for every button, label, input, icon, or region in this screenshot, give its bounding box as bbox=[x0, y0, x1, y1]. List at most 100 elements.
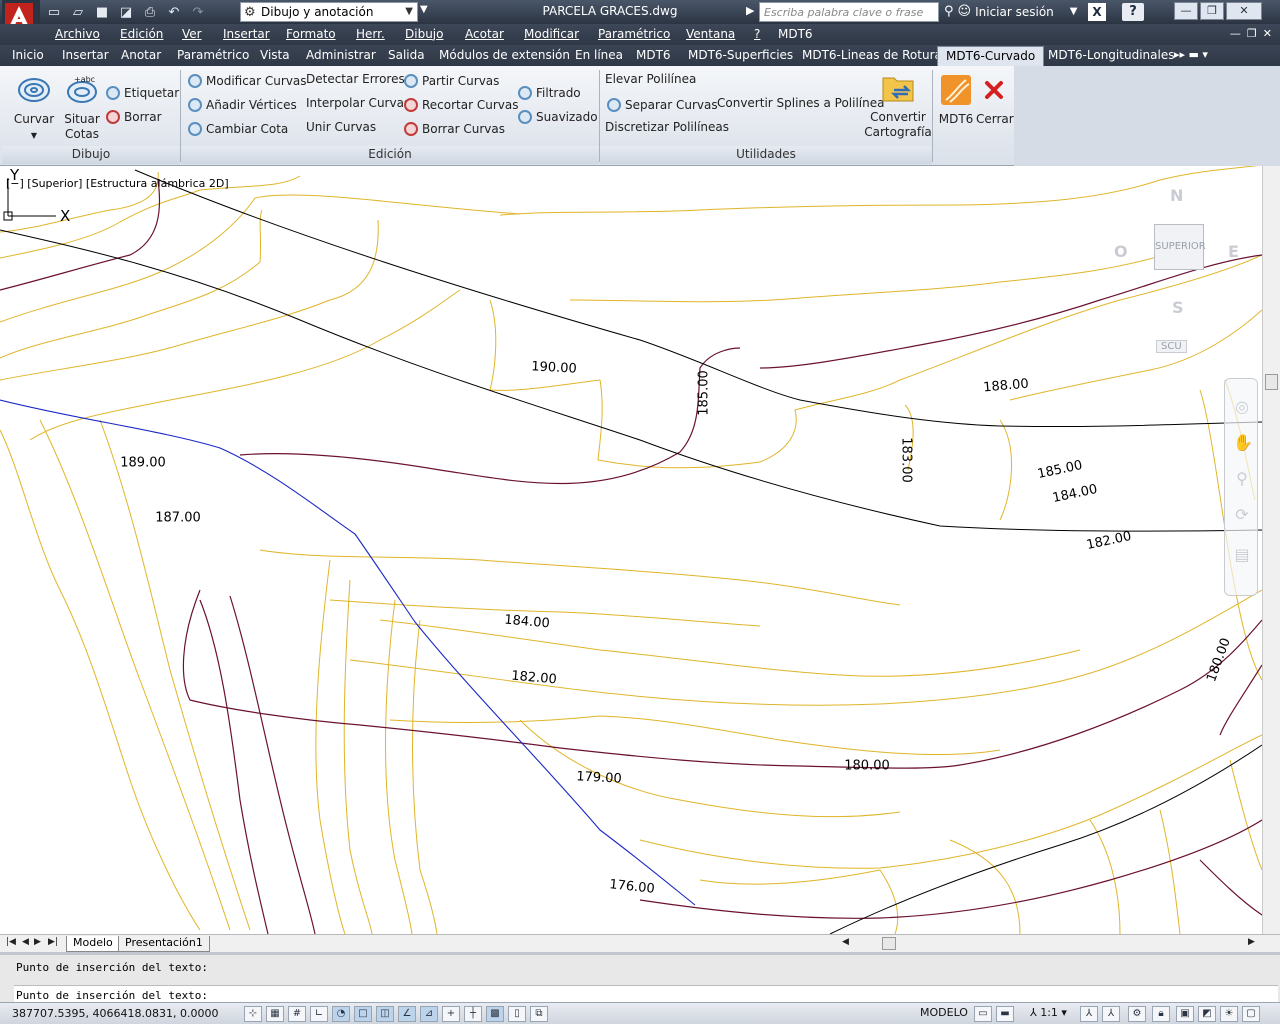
clean-screen-icon[interactable]: ▢ bbox=[1242, 1006, 1260, 1022]
first-layout-icon[interactable]: |◀ bbox=[6, 937, 16, 947]
lineweight-icon[interactable]: ┼ bbox=[464, 1006, 482, 1022]
menu-modificar[interactable]: Modificar bbox=[524, 27, 579, 41]
help-icon[interactable]: ? bbox=[1122, 3, 1144, 21]
viewcube-east[interactable]: E bbox=[1228, 242, 1239, 261]
orbit-icon[interactable]: ⟳ bbox=[1233, 505, 1251, 524]
menu-ventana[interactable]: Ventana bbox=[686, 27, 735, 41]
convertir-cartografia-button[interactable]: Convertir Cartografía bbox=[864, 72, 932, 140]
menu-parametrico[interactable]: Paramétrico bbox=[598, 27, 670, 41]
prev-layout-icon[interactable]: ◀ bbox=[22, 937, 29, 947]
otrack-icon[interactable]: ∠ bbox=[398, 1006, 416, 1022]
viewcube-south[interactable]: S bbox=[1172, 298, 1184, 317]
horizontal-scroll-thumb[interactable] bbox=[882, 937, 896, 950]
tab-insertar[interactable]: Insertar bbox=[62, 48, 109, 62]
quick-view-drawings-icon[interactable]: ▬ bbox=[996, 1006, 1014, 1022]
menu-dibujo[interactable]: Dibujo bbox=[405, 27, 443, 41]
modificar-curvas-button[interactable]: Modificar Curvas bbox=[188, 74, 307, 88]
drawing-canvas[interactable]: 190.00 188.00 189.00 187.00 185.00 184.00 185.… bbox=[0, 166, 1262, 934]
cambiar-cota-button[interactable]: Cambiar Cota bbox=[188, 122, 288, 136]
ducs-icon[interactable]: ⊿ bbox=[420, 1006, 438, 1022]
save-icon[interactable]: ■ bbox=[92, 3, 112, 21]
tab-modulos-extension[interactable]: Módulos de extensión bbox=[439, 48, 570, 62]
grid-icon[interactable]: # bbox=[288, 1006, 306, 1022]
dyn-icon[interactable]: + bbox=[442, 1006, 460, 1022]
tab-en-linea[interactable]: En línea bbox=[575, 48, 623, 62]
menu-herr[interactable]: Herr. bbox=[356, 27, 385, 41]
detectar-errores-button[interactable]: Detectar Errores bbox=[306, 72, 405, 86]
redo-icon[interactable]: ↷ bbox=[188, 3, 208, 21]
open-icon[interactable]: ▱ bbox=[68, 3, 88, 21]
search-input[interactable]: Escriba palabra clave o frase bbox=[759, 2, 939, 22]
suavizado-button[interactable]: Suavizado bbox=[518, 110, 598, 124]
snap-icon[interactable]: ▦ bbox=[266, 1006, 284, 1022]
save-as-icon[interactable]: ◪ bbox=[116, 3, 136, 21]
menu-help[interactable]: ? bbox=[754, 27, 760, 41]
exchange-icon[interactable]: X bbox=[1088, 3, 1106, 21]
mdt6-button[interactable]: MDT6 bbox=[936, 74, 976, 127]
doc-minimize-icon[interactable]: — bbox=[1230, 27, 1241, 40]
auto-scale-icon[interactable]: ⅄ bbox=[1102, 1006, 1120, 1022]
vertical-scroll-thumb[interactable] bbox=[1265, 374, 1278, 390]
model-space-toggle[interactable]: MODELO bbox=[920, 1006, 968, 1019]
ucs-menu[interactable]: SCU bbox=[1156, 340, 1187, 353]
restore-button[interactable]: ❐ bbox=[1200, 2, 1224, 20]
menu-archivo[interactable]: Archivo bbox=[55, 27, 100, 41]
tab-mdt6-curvado[interactable]: MDT6-Curvado bbox=[937, 46, 1045, 66]
signin-button[interactable]: ⚲ ☺ Iniciar sesión ▼ bbox=[944, 4, 1077, 19]
tab-administrar[interactable]: Administrar bbox=[306, 48, 376, 62]
new-icon[interactable]: ▭ bbox=[44, 3, 64, 21]
qat-customize-button[interactable]: ▼ bbox=[420, 4, 432, 20]
plot-icon[interactable]: ⎙ bbox=[140, 3, 160, 21]
curvar-button[interactable]: Curvar ▼ bbox=[12, 74, 56, 143]
infer-constraints-icon[interactable]: ⊹ bbox=[244, 1006, 262, 1022]
filtrado-button[interactable]: Filtrado bbox=[518, 86, 581, 100]
unir-curvas-button[interactable]: Unir Curvas bbox=[306, 120, 376, 134]
tab-mdt6-superficies[interactable]: MDT6-Superficies bbox=[688, 48, 793, 62]
tab-modelo[interactable]: Modelo bbox=[66, 936, 120, 952]
menu-acotar[interactable]: Acotar bbox=[465, 27, 504, 41]
doc-restore-icon[interactable]: ❐ bbox=[1247, 27, 1257, 40]
command-input[interactable]: Punto de inserción del texto: bbox=[14, 985, 1278, 1003]
binoculars-icon[interactable]: ⚲ bbox=[944, 4, 954, 19]
recortar-curvas-button[interactable]: Recortar Curvas bbox=[404, 98, 519, 112]
menu-insertar[interactable]: Insertar bbox=[223, 27, 270, 41]
coordinates-readout[interactable]: 387707.5395, 4066418.0831, 0.0000 bbox=[12, 1007, 218, 1020]
tab-inicio[interactable]: Inicio bbox=[12, 48, 44, 62]
menu-edicion[interactable]: Edición bbox=[120, 27, 163, 41]
convertir-splines-button[interactable]: Convertir Splines a Polilínea bbox=[717, 96, 884, 110]
elevar-polilinea-button[interactable]: Elevar Polilínea bbox=[605, 72, 696, 86]
minimize-button[interactable]: — bbox=[1174, 2, 1198, 20]
viewcube-top-face[interactable]: SUPERIOR bbox=[1154, 224, 1206, 270]
transparency-icon[interactable]: ▩ bbox=[486, 1006, 504, 1022]
tab-presentacion1[interactable]: Presentación1 bbox=[118, 936, 210, 952]
situar-cotas-button[interactable]: +abc Situar Cotas bbox=[60, 74, 104, 142]
showmotion-icon[interactable]: ▤ bbox=[1233, 545, 1251, 564]
last-layout-icon[interactable]: ▶| bbox=[48, 937, 58, 947]
partir-curvas-button[interactable]: Partir Curvas bbox=[404, 74, 499, 88]
quick-view-layouts-icon[interactable]: ▭ bbox=[974, 1006, 992, 1022]
lock-icon[interactable]: 🔒︎ bbox=[1152, 1006, 1170, 1022]
tab-mdt6-lineas-rotura[interactable]: MDT6-Lineas de Rotura bbox=[802, 48, 942, 62]
ortho-icon[interactable]: ∟ bbox=[310, 1006, 328, 1022]
viewcube-north[interactable]: N bbox=[1170, 186, 1183, 205]
menu-formato[interactable]: Formato bbox=[286, 27, 336, 41]
search-expand-icon[interactable]: ▶ bbox=[746, 4, 754, 17]
hardware-acceleration-icon[interactable]: ▣ bbox=[1176, 1006, 1194, 1022]
menu-mdt6[interactable]: MDT6 bbox=[778, 27, 813, 41]
lightbulb-icon[interactable]: ☀ bbox=[1220, 1006, 1238, 1022]
tab-mdt6[interactable]: MDT6 bbox=[636, 48, 671, 62]
scroll-right-icon[interactable]: ▶ bbox=[1248, 937, 1255, 947]
viewcube[interactable]: N O E S SUPERIOR SCU bbox=[1110, 184, 1250, 364]
tab-anotar[interactable]: Anotar bbox=[121, 48, 161, 62]
steering-wheel-icon[interactable]: ◎ bbox=[1233, 397, 1251, 416]
zoom-icon[interactable]: ⚲ bbox=[1233, 469, 1251, 488]
vertical-scrollbar[interactable] bbox=[1262, 166, 1280, 934]
3d-osnap-icon[interactable]: ◫ bbox=[376, 1006, 394, 1022]
annotation-visibility-icon[interactable]: ⅄ bbox=[1080, 1006, 1098, 1022]
tab-overflow-icon[interactable]: ▸▸ ▬ ▾ bbox=[1174, 48, 1208, 61]
borrar-button[interactable]: Borrar bbox=[106, 110, 162, 124]
tab-mdt6-longitudinales[interactable]: MDT6-Longitudinales bbox=[1048, 48, 1174, 62]
next-layout-icon[interactable]: ▶ bbox=[34, 937, 41, 947]
tab-parametrico[interactable]: Paramétrico bbox=[177, 48, 249, 62]
anadir-vertices-button[interactable]: Añadir Vértices bbox=[188, 98, 297, 112]
